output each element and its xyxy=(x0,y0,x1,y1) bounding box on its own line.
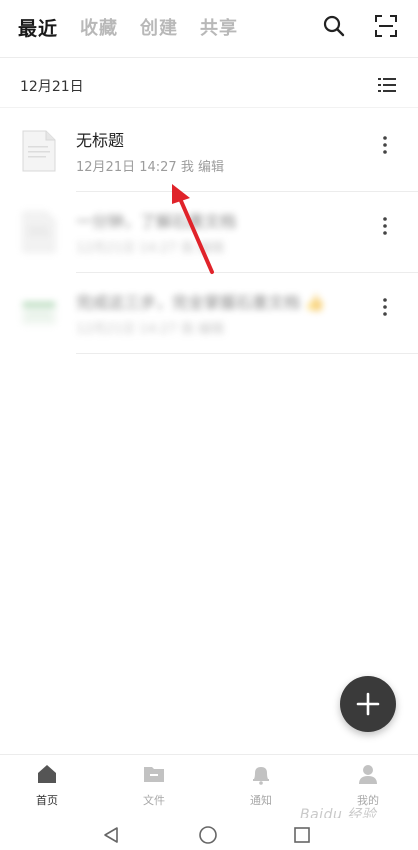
more-options-icon[interactable] xyxy=(382,215,388,237)
recents-icon[interactable] xyxy=(293,826,311,844)
tab-recent[interactable]: 最近 xyxy=(18,14,58,41)
tab-bar: 最近 收藏 创建 共享 xyxy=(18,14,238,41)
nav-home[interactable]: 首页 xyxy=(12,763,82,808)
divider xyxy=(76,272,418,273)
annotation-arrow xyxy=(172,184,214,274)
bell-icon xyxy=(253,767,269,785)
nav-profile[interactable]: 我的 xyxy=(333,763,403,808)
nav-label: 通知 xyxy=(250,794,272,807)
user-icon xyxy=(359,765,377,784)
date-section-header: 12月21日 xyxy=(0,62,418,108)
nav-files[interactable]: 文件 xyxy=(119,763,189,808)
create-button[interactable] xyxy=(340,676,396,732)
tab-created[interactable]: 创建 xyxy=(140,14,178,41)
tab-shared[interactable]: 共享 xyxy=(200,14,238,41)
search-icon[interactable] xyxy=(322,14,346,38)
nav-label: 文件 xyxy=(143,794,165,807)
item-meta: 12月21日 14:27 我 编辑 xyxy=(76,160,224,175)
date-label: 12月21日 xyxy=(20,79,84,95)
home-icon xyxy=(38,765,56,783)
item-title: 无标题 xyxy=(76,131,125,150)
more-options-icon[interactable] xyxy=(382,296,388,318)
divider xyxy=(76,353,418,354)
plus-icon xyxy=(356,692,380,716)
list-item[interactable]: 完成这三步，完全掌握石墨文档 👍 12月21日 14:27 我 编辑 xyxy=(0,274,418,354)
document-icon xyxy=(22,211,56,253)
back-icon[interactable] xyxy=(102,826,120,844)
item-title: 完成这三步，完全掌握石墨文档 👍 xyxy=(76,293,326,312)
home-circle-icon[interactable] xyxy=(198,825,218,845)
scan-icon[interactable] xyxy=(374,14,398,38)
tab-favorites[interactable]: 收藏 xyxy=(80,14,118,41)
top-bar: 最近 收藏 创建 共享 xyxy=(0,0,418,58)
nav-notifications[interactable]: 通知 xyxy=(226,763,296,808)
spreadsheet-icon xyxy=(22,301,56,325)
nav-label: 首页 xyxy=(36,794,58,807)
divider xyxy=(76,191,418,192)
system-nav-bar xyxy=(0,818,418,850)
list-view-icon[interactable] xyxy=(378,77,396,93)
more-options-icon[interactable] xyxy=(382,134,388,156)
document-icon xyxy=(22,130,56,172)
item-meta: 12月21日 14:27 我 编辑 xyxy=(76,322,224,337)
folder-icon xyxy=(144,767,164,782)
